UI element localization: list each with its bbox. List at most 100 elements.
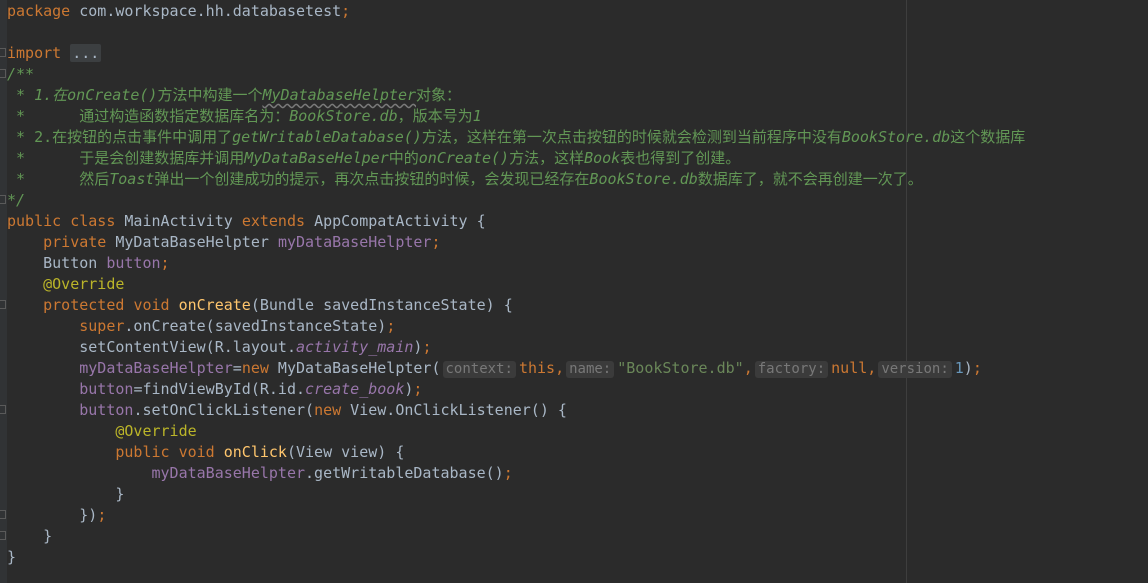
folded-imports-chip[interactable]: ... xyxy=(70,44,102,62)
call: .onCreate(savedInstanceState) xyxy=(124,317,387,335)
doc-text: 对象： xyxy=(416,86,462,104)
doc-text: * 然后 xyxy=(7,170,110,188)
code-line-setonclick: button.setOnClickListener(new View.OnCli… xyxy=(7,400,567,421)
code-line-doc-4: * 于是会创建数据库并调用MyDataBaseHelper中的onCreate(… xyxy=(7,148,740,169)
param-hint: name: xyxy=(566,361,615,378)
doc-text: * 于是会创建数据库并调用 xyxy=(7,149,245,167)
keyword: this xyxy=(518,359,556,377)
doc-text: 中的 xyxy=(388,149,419,167)
field-name: myDataBaseHelpter xyxy=(151,464,306,482)
static-field: activity_main xyxy=(296,338,414,356)
code-line-field-button: Button button; xyxy=(7,253,170,274)
code-line-field-helper: private MyDataBaseHelpter myDataBaseHelp… xyxy=(7,232,441,253)
doc-text: 数据库了，就不会再创建一次了。 xyxy=(697,170,923,188)
brace: } xyxy=(43,527,53,545)
doc-ref: MyDatabaseHelpter xyxy=(262,86,417,104)
right-margin-guide xyxy=(906,0,907,583)
semicolon: ; xyxy=(386,317,396,335)
call: .setOnClickListener( xyxy=(133,401,315,419)
brace: }) xyxy=(79,506,98,524)
code-line-close-onclick: } xyxy=(7,484,124,505)
param-hint: version: xyxy=(878,361,952,378)
keyword: public xyxy=(7,212,62,230)
doc-ref: onCreate() xyxy=(418,149,510,167)
field-name: button xyxy=(79,380,134,398)
code-line-close-method: } xyxy=(7,526,52,547)
comma: , xyxy=(867,359,877,377)
code-line-oncreate-decl: protected void onCreate(Bundle savedInst… xyxy=(7,295,513,316)
code-line-new-helper: myDataBaseHelpter=new MyDataBaseHelpter(… xyxy=(7,358,982,379)
doc-text: ，版本号为 xyxy=(397,107,473,125)
keyword: class xyxy=(70,212,116,230)
class-name: MainActivity xyxy=(124,212,233,230)
semicolon: ; xyxy=(160,254,170,272)
keyword: private xyxy=(43,233,107,251)
code-line-getwritable: myDataBaseHelpter.getWritableDatabase(); xyxy=(7,463,513,484)
paren: ) xyxy=(963,359,973,377)
annotation: @Override xyxy=(115,422,197,440)
doc-text: 方法中构建一个 xyxy=(157,86,263,104)
doc-ref: 1 xyxy=(472,107,482,125)
doc-ref: BookStore.db xyxy=(589,170,698,188)
param-hint: factory: xyxy=(754,361,829,378)
doc-ref: getWritableDatabase() xyxy=(232,128,422,146)
field-name: button xyxy=(79,401,134,419)
doc-text: 方法，这样 xyxy=(509,149,585,167)
doc-ref: Book xyxy=(584,149,621,167)
doc-text: * 1.在 xyxy=(7,86,68,104)
keyword: import xyxy=(7,44,62,62)
doc-text: 方法，这样在第一次点击按钮的时候就会检测到当前程序中没有 xyxy=(421,128,842,146)
code-line-doc-close: */ xyxy=(7,190,25,211)
doc-comment: /** xyxy=(7,65,35,83)
call: setContentView(R.layout. xyxy=(79,338,296,356)
doc-text: * 2.在按钮的点击事件中调用了 xyxy=(7,128,233,146)
keyword: new xyxy=(314,401,342,419)
keyword: void xyxy=(178,443,215,461)
fold-icon[interactable] xyxy=(0,300,7,309)
fold-icon[interactable] xyxy=(0,195,7,204)
annotation: @Override xyxy=(43,275,125,293)
call: .getWritableDatabase() xyxy=(305,464,504,482)
code-line-onclick-decl: public void onClick(View view) { xyxy=(7,442,404,463)
keyword: void xyxy=(133,296,170,314)
brace: { xyxy=(476,212,486,230)
call: =findViewById(R.id. xyxy=(133,380,306,398)
code-line-package: package com.workspace.hh.databasetest; xyxy=(7,1,350,22)
number-literal: 1 xyxy=(954,359,964,377)
code-line-findviewbyid: button=findViewById(R.id.create_book); xyxy=(7,379,422,400)
doc-text: 这个数据库 xyxy=(950,128,1026,146)
code-line-doc-1: * 1.在onCreate()方法中构建一个MyDatabaseHelpter对… xyxy=(7,85,461,106)
comma: , xyxy=(555,359,565,377)
constructor: MyDataBaseHelpter( xyxy=(268,359,441,377)
semicolon: ; xyxy=(431,233,441,251)
field-name: myDataBaseHelpter xyxy=(79,359,233,377)
keyword: null xyxy=(831,359,868,377)
package-name: com.workspace.hh.databasetest xyxy=(79,2,342,20)
doc-ref: MyDataBaseHelper xyxy=(244,149,389,167)
code-editor[interactable]: package com.workspace.hh.databasetest; i… xyxy=(0,0,1148,583)
doc-ref: BookStore.db xyxy=(841,128,951,146)
brace: } xyxy=(115,485,125,503)
code-line-close-listener: }); xyxy=(7,505,106,526)
semicolon: ; xyxy=(422,338,432,356)
fold-icon[interactable] xyxy=(0,69,7,78)
doc-text: 表也得到了创建。 xyxy=(620,149,741,167)
keyword: protected xyxy=(43,296,125,314)
fold-icon[interactable] xyxy=(0,48,7,57)
fold-icon[interactable] xyxy=(0,531,7,540)
comma: , xyxy=(743,359,753,377)
fold-icon[interactable] xyxy=(0,510,7,519)
code-line-doc-open: /** xyxy=(7,64,34,85)
code-line-doc-5: * 然后Toast弹出一个创建成功的提示，再次点击按钮的时候，会发现已经存在Bo… xyxy=(7,169,923,190)
code-line-doc-3: * 2.在按钮的点击事件中调用了getWritableDatabase()方法，… xyxy=(7,127,1025,148)
fold-icon[interactable] xyxy=(0,405,7,414)
doc-text: * 通过构造函数指定数据库名为： xyxy=(7,107,290,125)
field-name: button xyxy=(106,254,161,272)
semicolon: ; xyxy=(413,380,423,398)
code-line-doc-2: * 通过构造函数指定数据库名为：BookStore.db，版本号为1 xyxy=(7,106,482,127)
anonymous-class: View.OnClickListener() { xyxy=(341,401,567,419)
parent-class: AppCompatActivity xyxy=(314,212,468,230)
code-line-super: super.onCreate(savedInstanceState); xyxy=(7,316,395,337)
code-line-setcontentview: setContentView(R.layout.activity_main); xyxy=(7,337,431,358)
operator: = xyxy=(232,359,242,377)
